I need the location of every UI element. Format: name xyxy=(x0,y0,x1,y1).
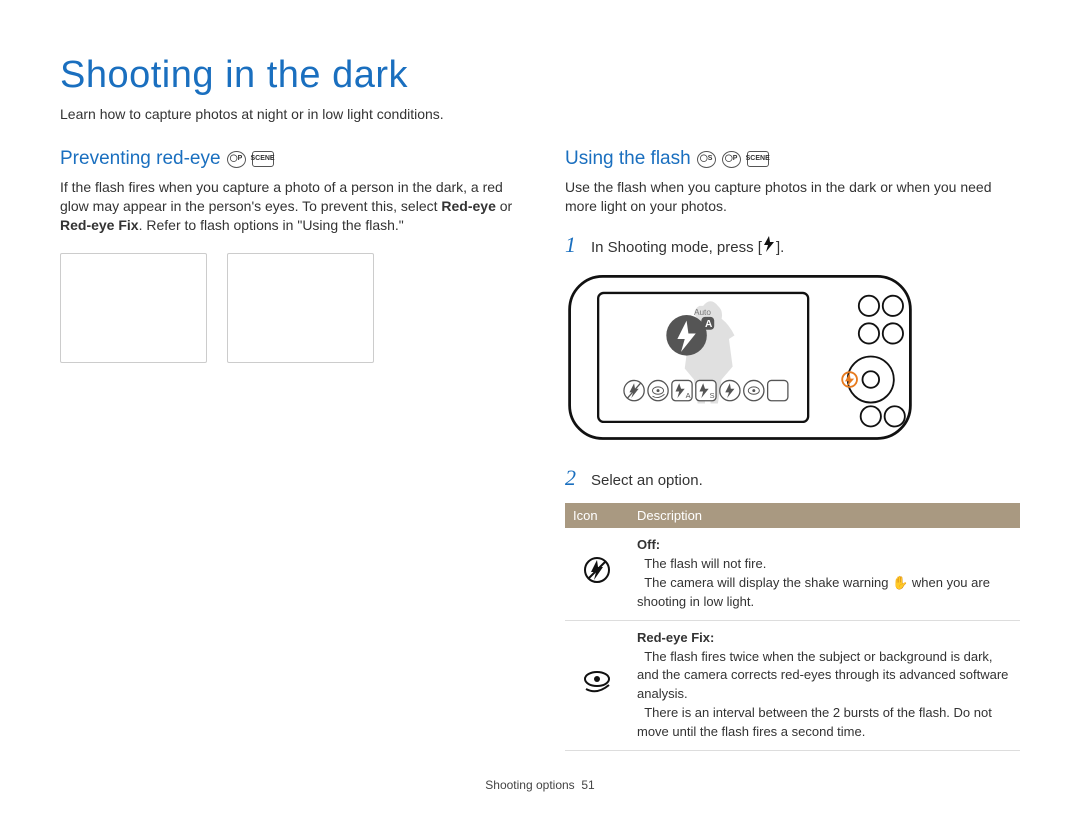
step-text: In Shooting mode, press [ ]. xyxy=(591,236,784,258)
flash-off-icon xyxy=(565,528,629,620)
example-image-before xyxy=(60,253,207,363)
svg-text:A: A xyxy=(705,319,713,330)
red-eye-fix-description: Red-eye Fix: The flash fires twice when … xyxy=(629,620,1020,750)
col-description: Description xyxy=(629,503,1020,529)
flash-key-icon xyxy=(762,236,776,252)
table-row: Red-eye Fix: The flash fires twice when … xyxy=(565,620,1020,750)
mode-smart-icon: ◯S xyxy=(697,151,716,168)
mode-program-icon: ◯P xyxy=(722,151,741,168)
preventing-red-eye-heading: Preventing red-eye ◯P SCENE xyxy=(60,146,515,172)
shake-warning-icon: ✋ xyxy=(892,575,908,590)
camera-illustration: A Auto A S xyxy=(565,269,1020,449)
step-text: Select an option. xyxy=(591,471,703,491)
right-column: Using the flash ◯S ◯P SCENE Use the flas… xyxy=(565,146,1020,751)
col-icon: Icon xyxy=(565,503,629,529)
svg-text:S: S xyxy=(710,391,715,400)
example-thumbnails xyxy=(60,253,515,363)
flash-options-table: Icon Description Off: The flash will not… xyxy=(565,503,1020,751)
heading-text: Using the flash xyxy=(565,146,691,172)
page-subtitle: Learn how to capture photos at night or … xyxy=(60,105,1020,124)
heading-text: Preventing red-eye xyxy=(60,146,221,172)
example-image-after xyxy=(227,253,374,363)
step-number: 1 xyxy=(565,230,581,260)
page-footer: Shooting options 51 xyxy=(0,777,1080,793)
flash-off-description: Off: The flash will not fire. The camera… xyxy=(629,528,1020,620)
using-the-flash-heading: Using the flash ◯S ◯P SCENE xyxy=(565,146,1020,172)
using-flash-intro: Use the flash when you capture photos in… xyxy=(565,178,1020,216)
svg-text:A: A xyxy=(686,391,691,400)
camera-screen-label: Auto xyxy=(694,308,711,317)
step-number: 2 xyxy=(565,463,581,493)
mode-scene-icon: SCENE xyxy=(747,151,769,167)
page-title: Shooting in the dark xyxy=(60,50,1020,101)
preventing-red-eye-body: If the flash fires when you capture a ph… xyxy=(60,178,515,235)
red-eye-fix-icon xyxy=(565,620,629,750)
mode-scene-icon: SCENE xyxy=(252,151,274,167)
step-1: 1 In Shooting mode, press [ ]. xyxy=(565,230,1020,260)
left-column: Preventing red-eye ◯P SCENE If the flash… xyxy=(60,146,515,751)
mode-program-icon: ◯P xyxy=(227,151,246,168)
step-2: 2 Select an option. xyxy=(565,463,1020,493)
table-row: Off: The flash will not fire. The camera… xyxy=(565,528,1020,620)
